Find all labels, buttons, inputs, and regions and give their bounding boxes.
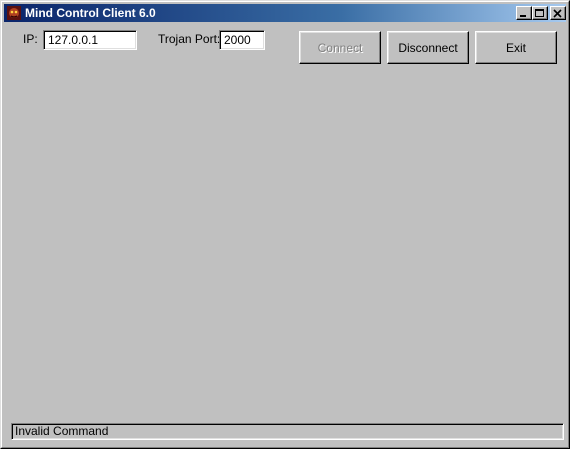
close-button[interactable] (550, 6, 566, 20)
main-window: Mind Control Client 6.0 IP: 127.0.0.1 Tr… (0, 0, 570, 449)
minimize-button[interactable] (516, 6, 532, 20)
ip-label: IP: (23, 32, 38, 46)
minimize-icon (520, 15, 526, 17)
window-title: Mind Control Client 6.0 (25, 6, 156, 20)
exit-button[interactable]: Exit (475, 31, 557, 64)
disconnect-button[interactable]: Disconnect (387, 31, 469, 64)
ip-field[interactable]: 127.0.0.1 (43, 30, 137, 50)
status-bar: Invalid Command (11, 423, 564, 440)
maximize-button[interactable] (532, 6, 548, 20)
trojan-port-field[interactable]: 2000 (219, 30, 265, 50)
app-icon[interactable] (6, 5, 22, 21)
trojan-port-label: Trojan Port: (158, 32, 221, 46)
title-bar[interactable]: Mind Control Client 6.0 (4, 4, 566, 22)
close-icon (553, 9, 562, 18)
connect-button[interactable]: Connect (299, 31, 381, 64)
maximize-icon (535, 9, 544, 17)
